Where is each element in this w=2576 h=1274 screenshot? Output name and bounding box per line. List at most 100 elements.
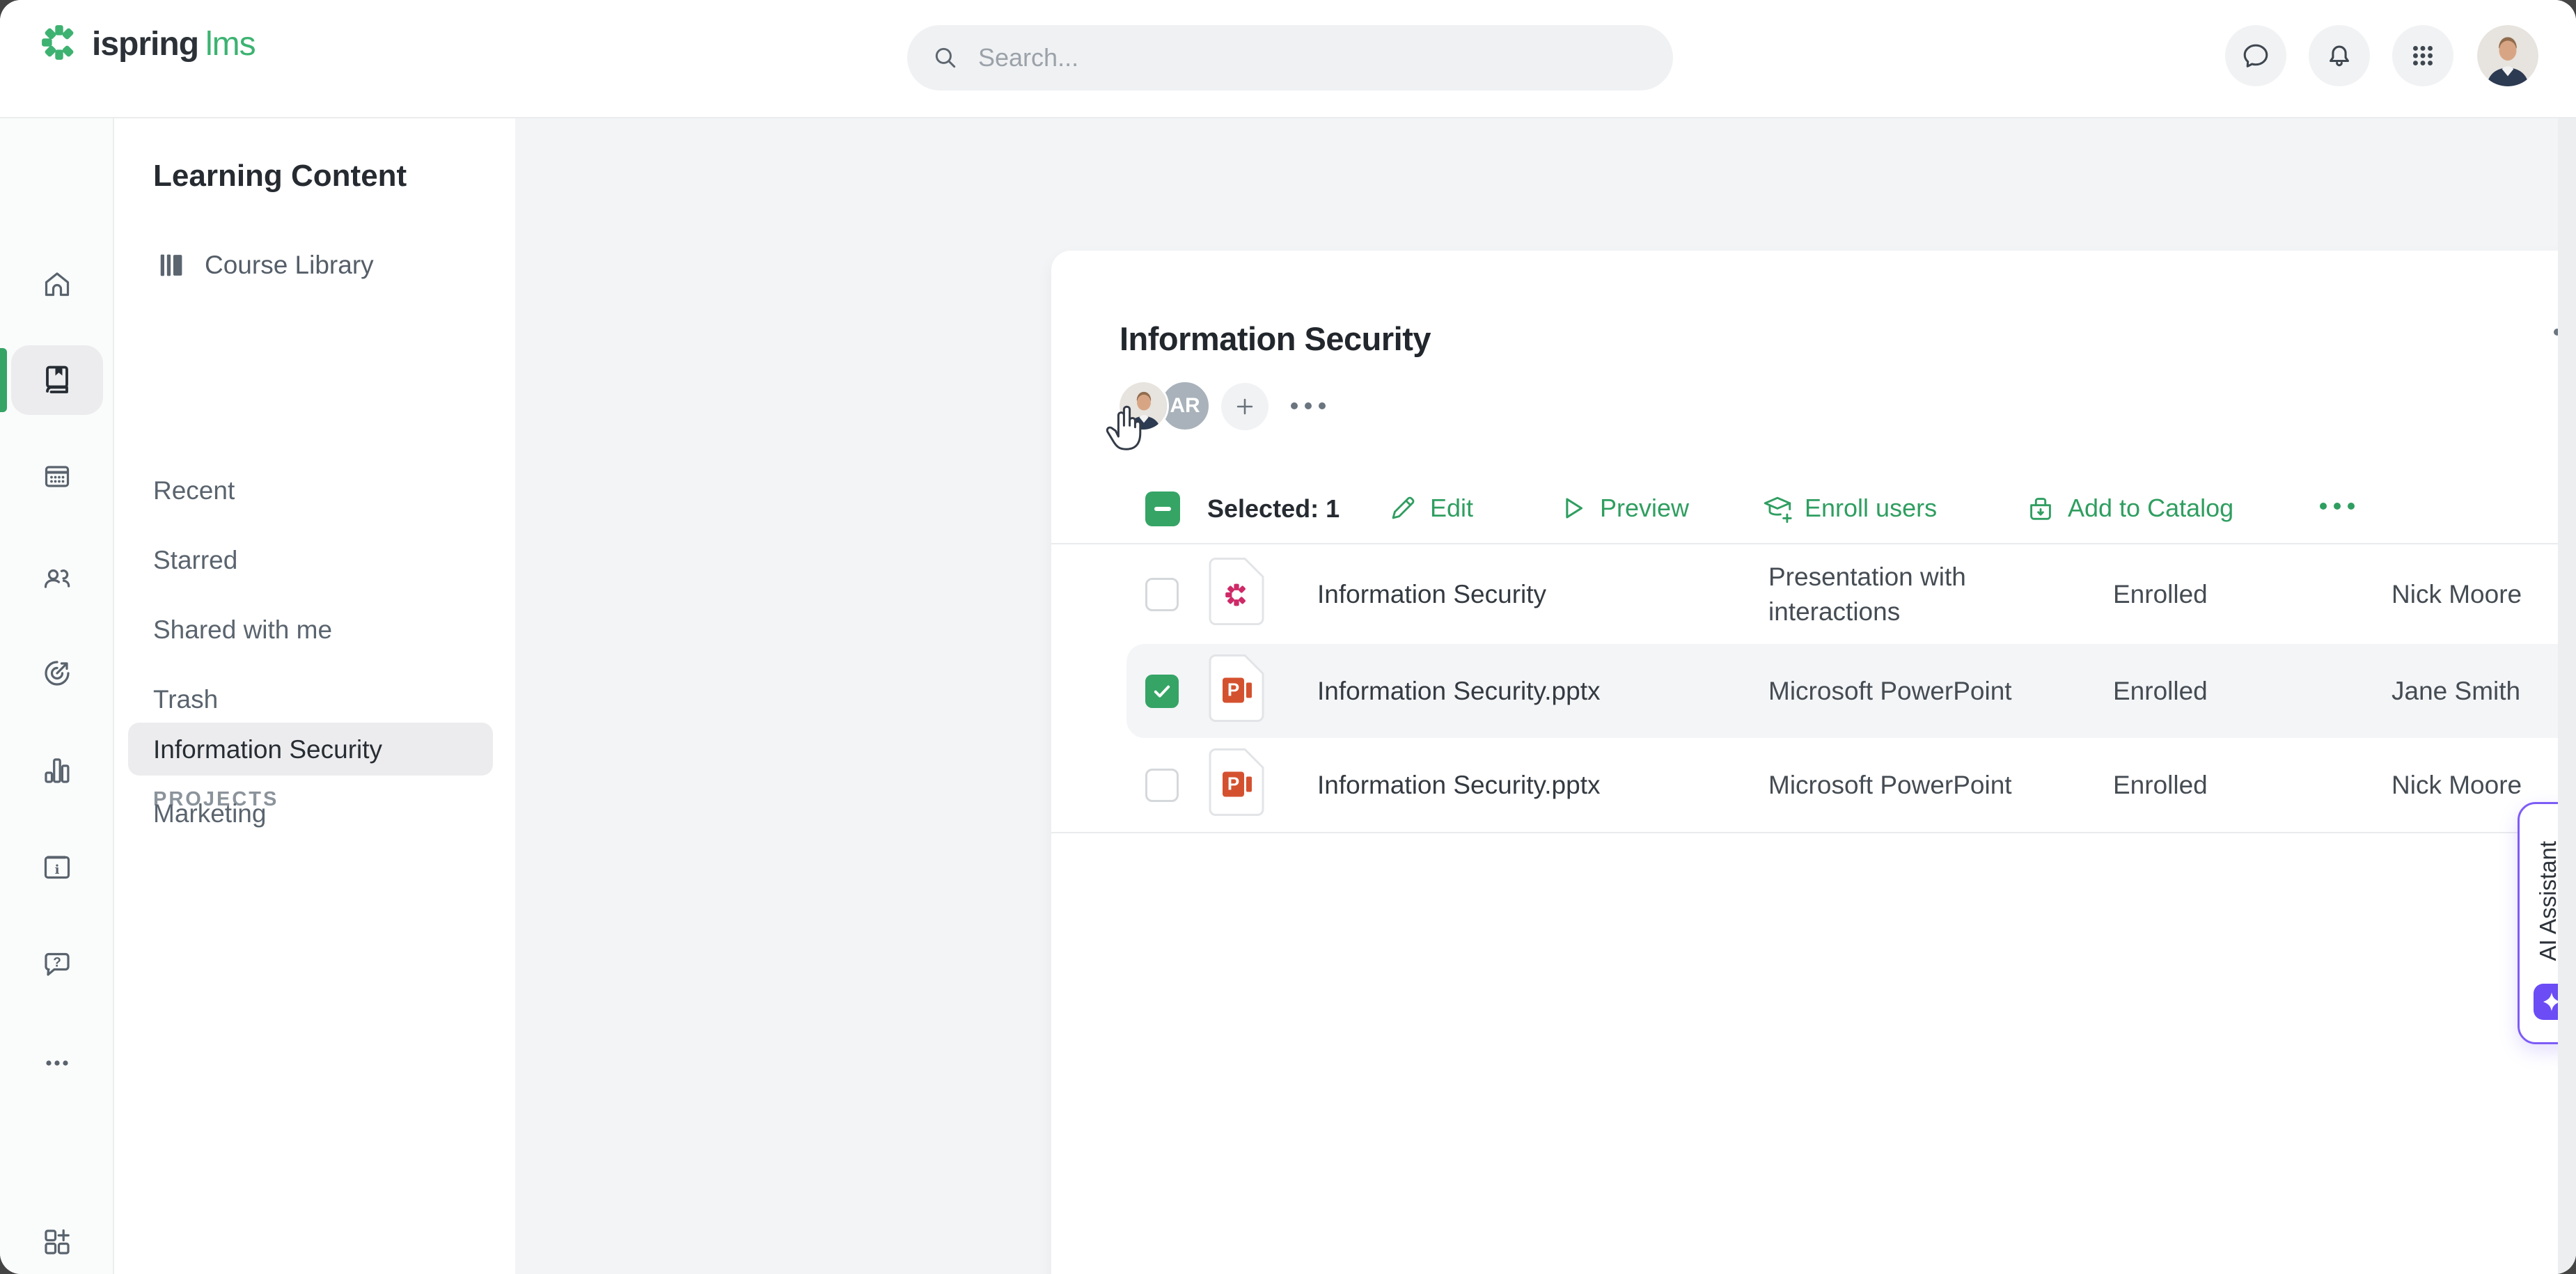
sidebar-item-course-library[interactable]: Course Library	[156, 249, 374, 281]
file-icon-ispring-presentation	[1206, 555, 1267, 635]
sidebar-item-shared-with-me[interactable]: Shared with me	[153, 615, 332, 645]
toolbar-more-button[interactable]	[2320, 503, 2355, 510]
top-bar: ispringlms	[0, 0, 2576, 118]
enroll-users-action[interactable]: Enroll users	[1761, 487, 1937, 529]
select-all-checkbox[interactable]	[1145, 491, 1180, 526]
edit-label: Edit	[1430, 494, 1473, 523]
collaborators-more-button[interactable]	[1291, 402, 1326, 409]
table-bottom-divider	[1051, 832, 2576, 833]
logo-secondary: lms	[205, 26, 256, 63]
table-row[interactable]: Information Security Presentation with i…	[1051, 545, 2576, 644]
sidebar-item-trash[interactable]: Trash	[153, 685, 218, 714]
ellipsis-icon	[40, 1046, 74, 1080]
add-to-catalog-action[interactable]: Add to Catalog	[2025, 487, 2233, 529]
bar-chart-icon	[40, 754, 74, 787]
rail-more-button[interactable]	[40, 1046, 74, 1080]
file-status: Enrolled	[2113, 771, 2208, 800]
file-owner: Nick Moore	[2392, 580, 2522, 609]
main-section: Information Security AR Upload Create	[515, 118, 2576, 1274]
preview-label: Preview	[1600, 494, 1689, 523]
svg-text:P: P	[1227, 773, 1239, 794]
file-icon-powerpoint: P	[1206, 651, 1267, 731]
file-name[interactable]: Information Security.pptx	[1317, 677, 1601, 706]
file-name[interactable]: Information Security	[1317, 580, 1546, 609]
add-to-catalog-label: Add to Catalog	[2068, 494, 2233, 523]
book-icon	[40, 363, 74, 396]
plus-icon	[1233, 395, 1257, 418]
target-icon	[40, 656, 74, 690]
people-icon	[40, 563, 74, 597]
edit-action[interactable]: Edit	[1387, 487, 1473, 529]
calendar-icon	[40, 459, 74, 493]
bell-icon	[2323, 40, 2355, 72]
file-type: Microsoft PowerPoint	[1768, 674, 2061, 709]
widgets-plus-icon	[40, 1225, 74, 1259]
play-icon	[1557, 492, 1589, 524]
course-library-icon	[156, 249, 188, 281]
sidebar-title: Learning Content	[153, 159, 407, 194]
file-status: Enrolled	[2113, 677, 2208, 706]
info-portal-nav-button[interactable]: i	[40, 851, 74, 884]
enroll-users-label: Enroll users	[1805, 494, 1937, 523]
table-row-selected[interactable]: P Information Security.pptx Microsoft Po…	[1051, 644, 2576, 738]
notifications-button[interactable]	[2309, 25, 2370, 86]
svg-text:i: i	[55, 863, 60, 877]
sidebar-item-starred[interactable]: Starred	[153, 546, 237, 575]
home-icon	[40, 267, 74, 301]
logo-primary: ispring	[92, 26, 198, 63]
chat-bubble-icon	[2240, 40, 2272, 72]
row-checkbox-checked[interactable]	[1145, 675, 1179, 708]
apps-grid-button[interactable]	[2392, 25, 2453, 86]
global-search	[907, 25, 1673, 91]
calendar-nav-button[interactable]	[40, 459, 74, 493]
check-icon	[1150, 679, 1174, 703]
goals-nav-button[interactable]	[40, 656, 74, 690]
row-checkbox[interactable]	[1145, 578, 1179, 611]
file-owner: Nick Moore	[2392, 771, 2522, 800]
selected-count: Selected: 1	[1207, 494, 1340, 524]
pencil-icon	[1387, 492, 1419, 524]
file-type: Presentation with interactions	[1768, 560, 2061, 629]
learning-content-nav-button[interactable]	[40, 363, 74, 396]
enroll-users-icon	[1761, 492, 1793, 524]
search-input[interactable]	[977, 42, 1606, 73]
page-title: Information Security	[1120, 320, 1431, 358]
sidebar-project-marketing[interactable]: Marketing	[153, 799, 266, 828]
file-type: Microsoft PowerPoint	[1768, 768, 2061, 803]
course-library-label: Course Library	[205, 251, 374, 280]
row-checkbox[interactable]	[1145, 769, 1179, 802]
help-nav-button[interactable]: ?	[40, 947, 74, 981]
preview-action[interactable]: Preview	[1557, 487, 1689, 529]
app-window: ispringlms	[0, 0, 2576, 1274]
search-icon	[931, 43, 960, 72]
svg-text:P: P	[1227, 679, 1239, 700]
table-row[interactable]: P Information Security.pptx Microsoft Po…	[1051, 738, 2576, 832]
ispring-logo: ispringlms	[40, 24, 256, 65]
sidebar-item-recent[interactable]: Recent	[153, 476, 235, 505]
icon-rail: i ?	[0, 118, 114, 1274]
collaborator-initials: AR	[1170, 394, 1200, 418]
file-icon-powerpoint: P	[1206, 745, 1267, 825]
sidebar-project-information-security[interactable]: Information Security	[153, 735, 382, 764]
toolbar-divider	[1051, 543, 2576, 544]
file-name[interactable]: Information Security.pptx	[1317, 771, 1601, 800]
widgets-nav-button[interactable]	[40, 1225, 74, 1259]
svg-text:?: ?	[53, 956, 61, 970]
content-card: Information Security AR Upload Create	[1051, 251, 2576, 1274]
file-owner: Jane Smith	[2392, 677, 2520, 706]
vertical-scrollbar[interactable]	[2558, 118, 2576, 1274]
help-bubble-icon: ?	[40, 947, 74, 981]
reports-nav-button[interactable]	[40, 754, 74, 787]
sidebar: Learning Content Course Library Recent S…	[114, 118, 515, 1274]
mouse-cursor-pointer	[1104, 402, 1147, 460]
apps-grid-icon	[2407, 40, 2439, 72]
add-to-catalog-icon	[2025, 492, 2057, 524]
file-status: Enrolled	[2113, 580, 2208, 609]
home-nav-button[interactable]	[40, 267, 74, 301]
messages-button[interactable]	[2225, 25, 2286, 86]
people-nav-button[interactable]	[40, 563, 74, 597]
rail-active-indicator	[0, 348, 7, 412]
user-avatar[interactable]	[2477, 25, 2538, 86]
add-collaborator-button[interactable]	[1221, 383, 1269, 430]
info-window-icon: i	[40, 851, 74, 884]
